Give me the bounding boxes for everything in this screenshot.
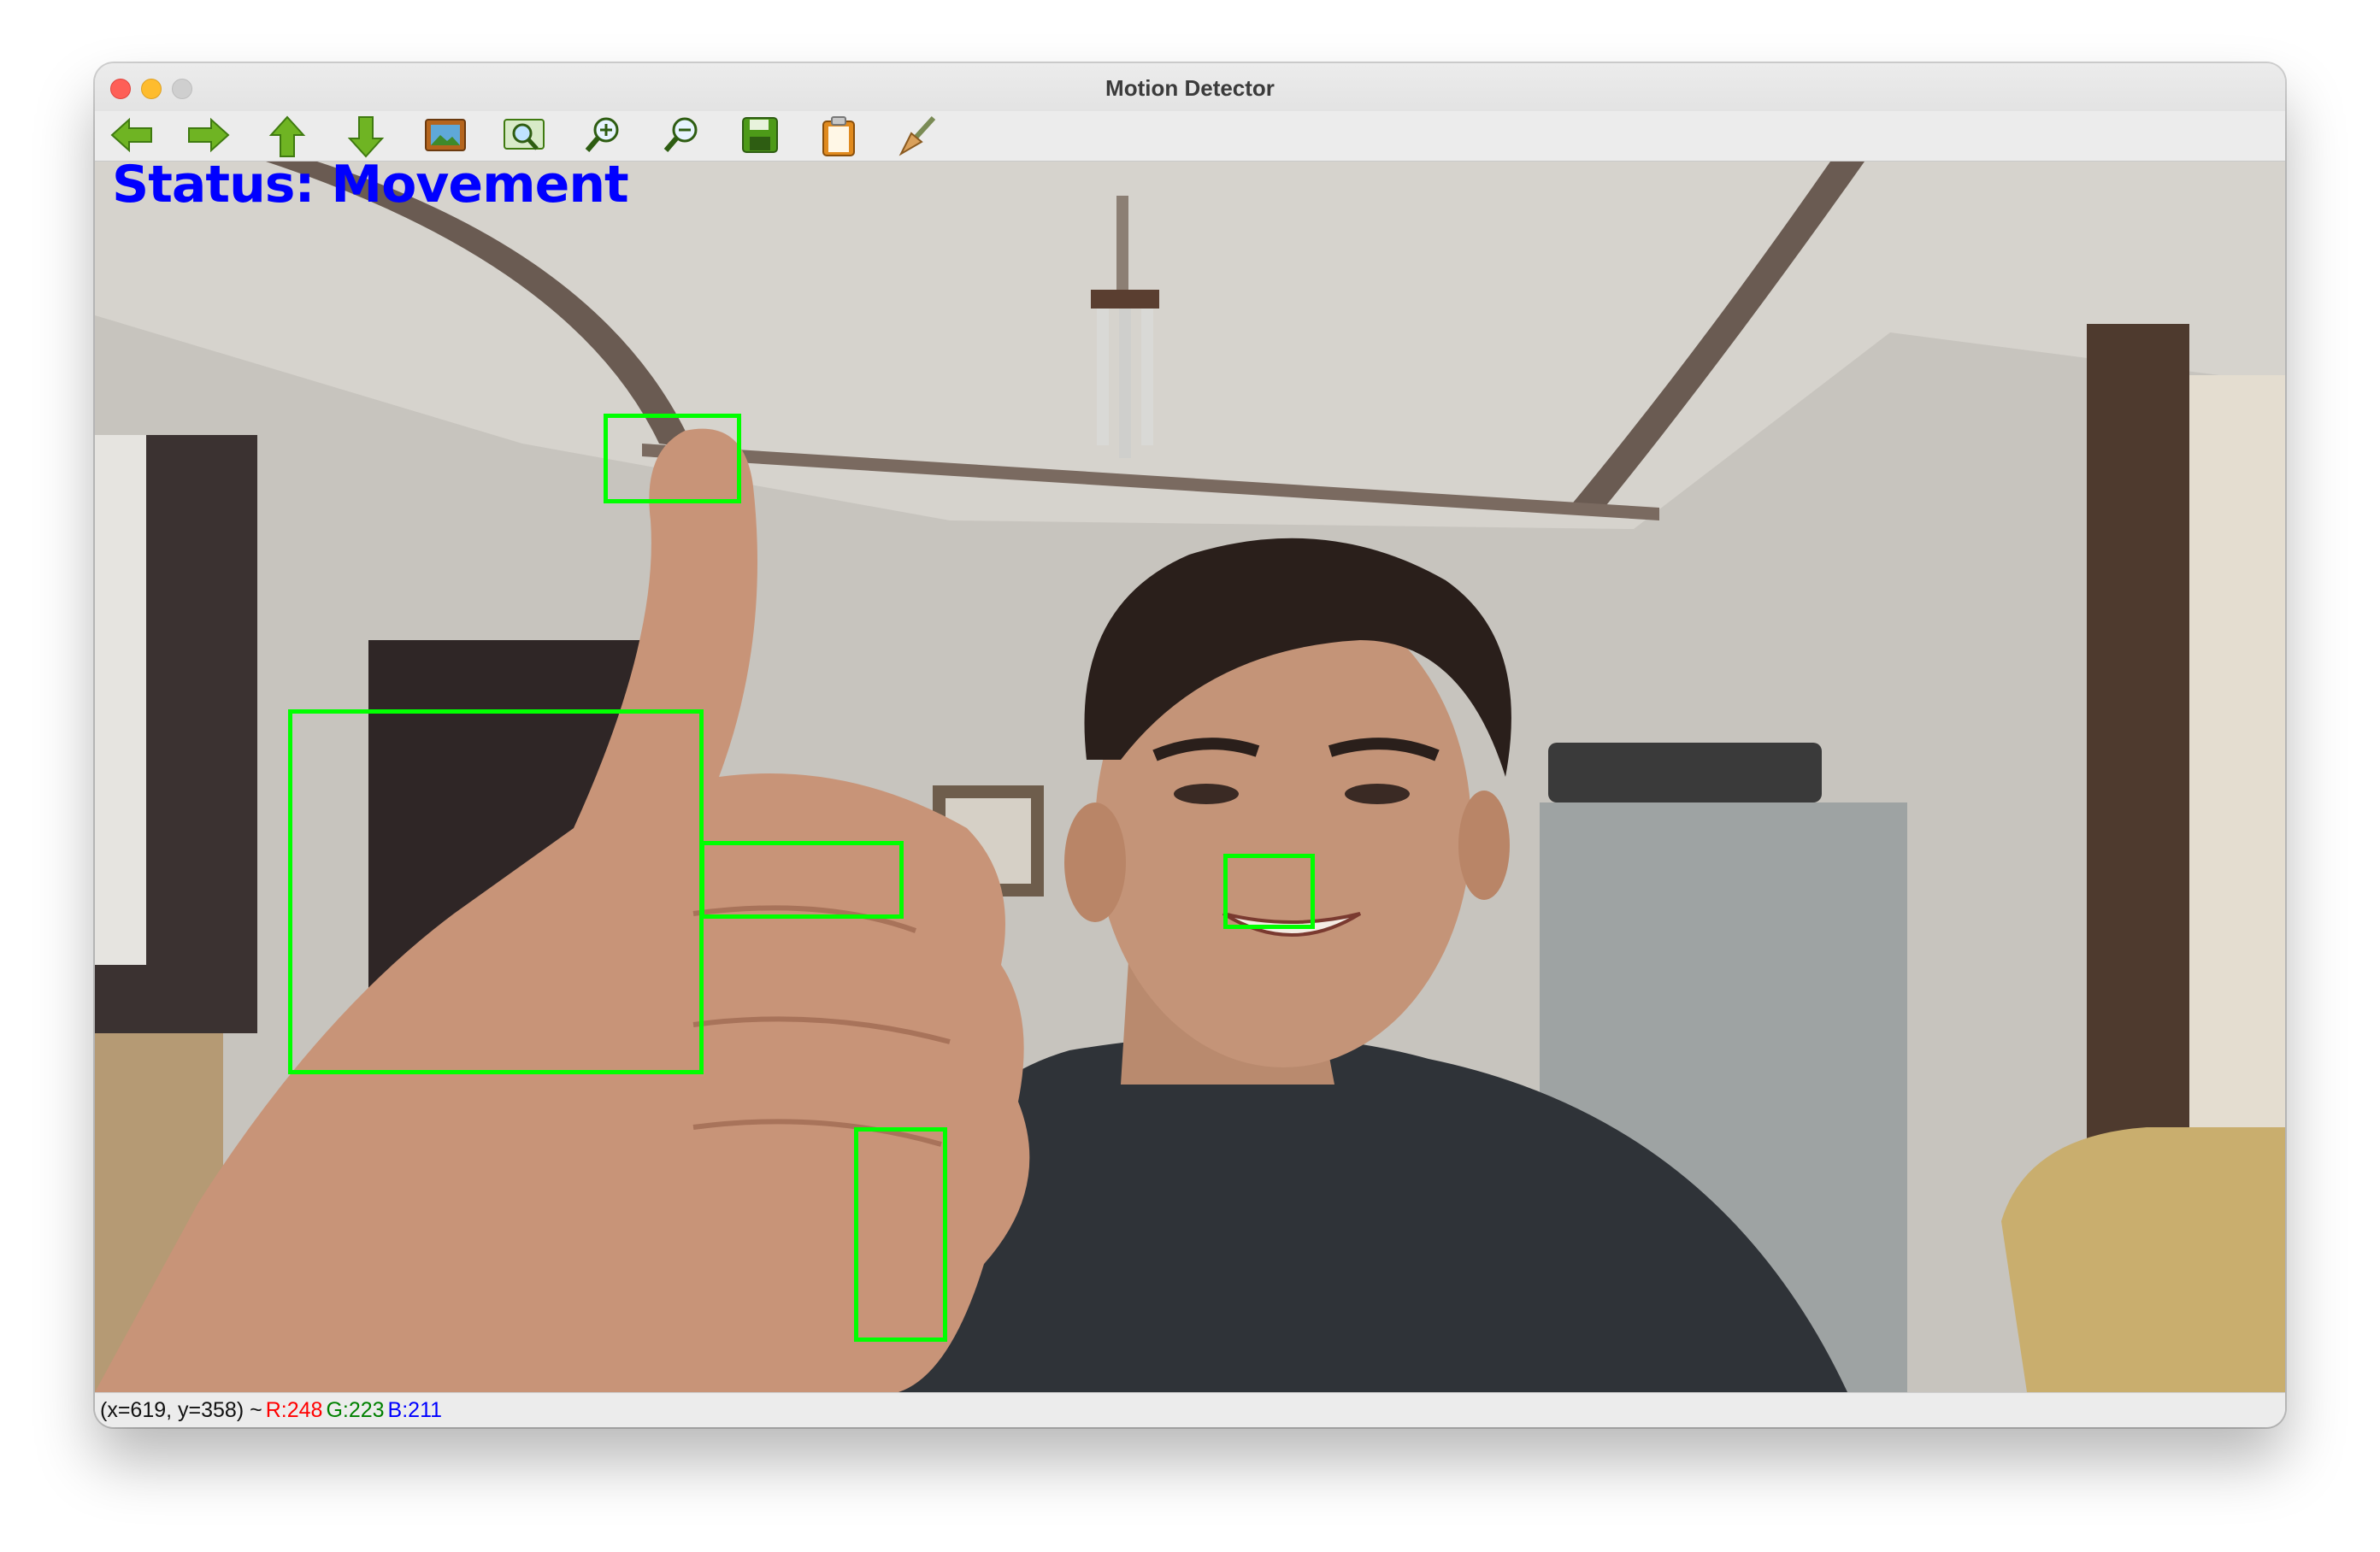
detection-box — [1223, 854, 1315, 929]
save-icon — [742, 117, 778, 153]
draw-brush-button[interactable] — [892, 115, 942, 159]
detection-box — [700, 841, 904, 919]
show-image-button[interactable] — [421, 115, 470, 159]
arrow-right-icon — [188, 117, 230, 153]
pixel-green-value: G:223 — [326, 1398, 385, 1422]
image-icon — [425, 119, 466, 151]
zoom-fit-icon — [504, 119, 545, 150]
zoom-in-button[interactable] — [578, 115, 627, 159]
zoom-out-icon — [663, 117, 698, 152]
cursor-coordinates: (x=619, y=358) ~ — [100, 1398, 262, 1422]
status-overlay-text: Status: Movement — [112, 162, 629, 215]
app-window: Motion Detector Status: Movement (x=619,… — [95, 63, 2285, 1427]
toolbar — [95, 111, 2285, 162]
pan-left-button[interactable] — [107, 115, 156, 159]
copy-to-clipboard-button[interactable] — [814, 115, 863, 159]
pan-right-button[interactable] — [184, 115, 233, 159]
save-button[interactable] — [735, 115, 785, 159]
status-bar: (x=619, y=358) ~ R:248 G:223 B:211 — [95, 1392, 2285, 1427]
detection-box — [604, 414, 741, 503]
arrow-down-icon — [347, 116, 385, 158]
detection-box — [288, 709, 704, 1074]
zoom-fit-button[interactable] — [499, 115, 549, 159]
detection-box — [854, 1127, 947, 1342]
pixel-blue-value: B:211 — [387, 1398, 443, 1422]
title-bar[interactable]: Motion Detector — [95, 63, 2285, 111]
pan-up-button[interactable] — [262, 115, 312, 159]
pixel-red-value: R:248 — [265, 1398, 323, 1422]
arrow-left-icon — [110, 117, 152, 153]
clipboard-icon — [822, 116, 855, 156]
zoom-in-icon — [585, 117, 619, 152]
zoom-out-button[interactable] — [657, 115, 706, 159]
window-title: Motion Detector — [1105, 75, 1275, 101]
arrow-up-icon — [268, 115, 306, 157]
image-viewport[interactable]: Status: Movement — [95, 162, 2285, 1392]
pan-down-button[interactable] — [341, 115, 391, 159]
brush-icon — [898, 115, 936, 156]
